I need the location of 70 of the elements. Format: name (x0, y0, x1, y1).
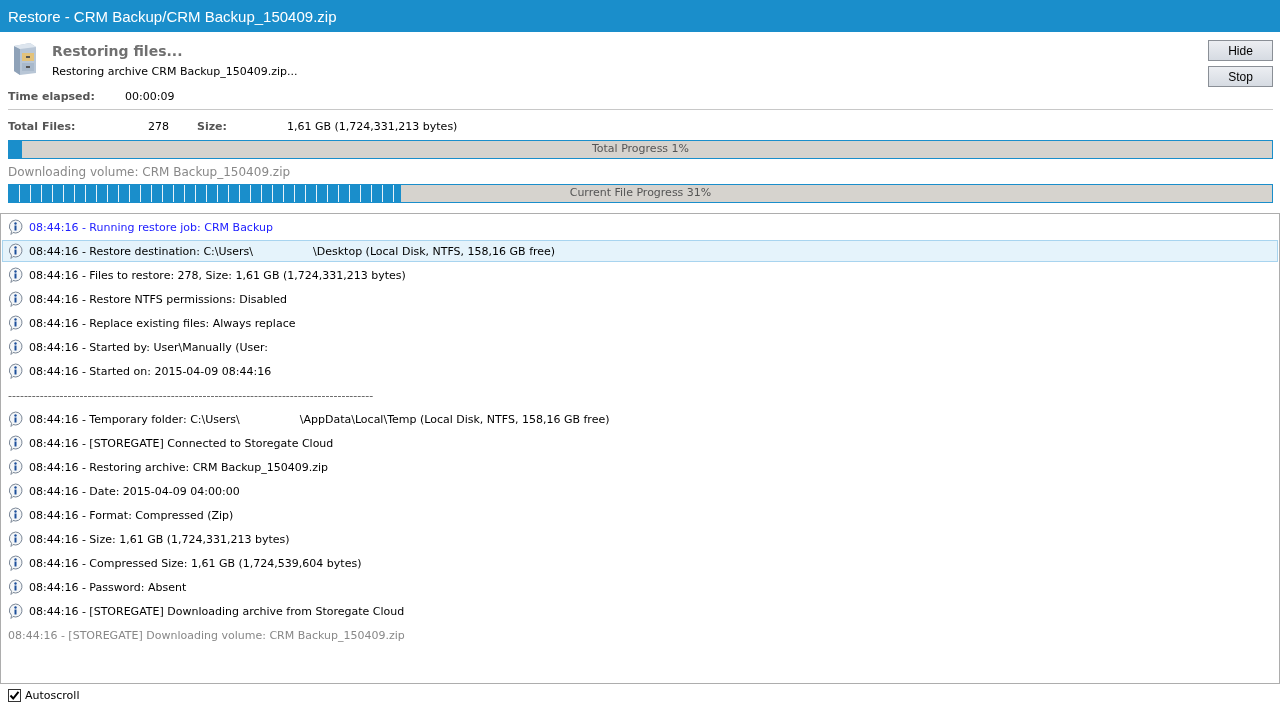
log-entry[interactable]: 08:44:16 - Date: 2015-04-09 04:00:00 (2, 480, 1278, 502)
log-text: 08:44:16 - Started by: User\Manually (User: (29, 340, 269, 354)
progress-label: Total Progress 1% (591, 142, 690, 155)
autoscroll-checkbox[interactable] (8, 688, 21, 702)
log-entry[interactable]: 08:44:16 - Restore NTFS permissions: Disabled (2, 288, 1278, 310)
log-entry[interactable]: 08:44:16 - Temporary folder: C:\Users\ \AppData\Local\Temp (Local Disk, NTFS, 158,16 GB free) (2, 408, 1278, 430)
log-entry[interactable]: 08:44:16 - Running restore job: CRM Backup (2, 216, 1278, 238)
log-entry[interactable]: 08:44:16 - Compressed Size: 1,61 GB (1,724,539,604 bytes) (2, 552, 1278, 574)
total-files-label: Total Files: (8, 119, 77, 133)
info-icon (8, 243, 23, 259)
info-icon (8, 267, 23, 283)
log-entry[interactable]: 08:44:16 - Restoring archive: CRM Backup_150409.zip (2, 456, 1278, 478)
total-files-value: 278 (148, 119, 170, 133)
log-text: -------------------------------------------------------------------------------------------- (8, 388, 374, 402)
log-text: 08:44:16 - [STOREGATE] Downloading volume: CRM Backup_150409.zip (8, 628, 405, 642)
log-text: 08:44:16 - Size: 1,61 GB (1,724,331,213 bytes) (29, 532, 290, 546)
log-text: 08:44:16 - [STOREGATE] Downloading archive from Storegate Cloud (29, 604, 405, 618)
info-icon (8, 507, 23, 523)
log-entry[interactable]: 08:44:16 - [STOREGATE] Downloading archive from Storegate Cloud (2, 600, 1278, 622)
info-icon (8, 363, 23, 379)
log-entry[interactable]: 08:44:16 - [STOREGATE] Connected to Storegate Cloud (2, 432, 1278, 454)
dialog-button[interactable]: Hide (1208, 40, 1273, 61)
status-title: Restoring files... (52, 43, 184, 59)
time-elapsed-label: Time elapsed: (8, 89, 96, 103)
log-entry[interactable]: 08:44:16 - Password: Absent (2, 576, 1278, 598)
log-entry[interactable]: 08:44:16 - Files to restore: 278, Size: 1,61 GB (1,724,331,213 bytes) (2, 264, 1278, 286)
current-volume-text: Downloading volume: CRM Backup_150409.zip (8, 165, 292, 179)
log-text: \AppData\Local\Temp (Local Disk, NTFS, 158,16 GB free) (298, 412, 610, 426)
info-icon (8, 555, 23, 571)
log-entry[interactable]: 08:44:16 - Format: Compressed (Zip) (2, 504, 1278, 526)
info-icon (8, 579, 23, 595)
log-text: 08:44:16 - Password: Absent (29, 580, 187, 594)
info-icon (8, 435, 23, 451)
info-icon (8, 291, 23, 307)
log-text: 08:44:16 - Replace existing files: Always replace (29, 316, 296, 330)
log-entry[interactable]: 08:44:16 - Replace existing files: Always replace (2, 312, 1278, 334)
log-text: \Desktop (Local Disk, NTFS, 158,16 GB free) (312, 244, 556, 258)
log-text: 08:44:16 - Date: 2015-04-09 04:00:00 (29, 484, 240, 498)
time-elapsed-value: 00:00:09 (125, 89, 175, 103)
log-text: 08:44:16 - Running restore job: CRM Backup (29, 220, 273, 234)
log-text: 08:44:16 - Restore NTFS permissions: Disabled (29, 292, 287, 306)
info-icon (8, 603, 23, 619)
log-text: 08:44:16 - Files to restore: 278, Size: 1,61 GB (1,724,331,213 bytes) (29, 268, 406, 282)
size-label: Size: (197, 119, 228, 133)
log-text: 08:44:16 - Format: Compressed (Zip) (29, 508, 234, 522)
info-icon (8, 315, 23, 331)
info-icon (8, 219, 23, 235)
log-text: 08:44:16 - [STOREGATE] Connected to Storegate Cloud (29, 436, 334, 450)
autoscroll-label: Autoscroll (25, 688, 80, 702)
log-entry[interactable]: 08:44:16 - [STOREGATE] Downloading volume: CRM Backup_150409.zip (2, 624, 1278, 646)
info-icon (8, 483, 23, 499)
log-text: 08:44:16 - Restoring archive: CRM Backup_150409.zip (29, 460, 329, 474)
log-text: 08:44:16 - Started on: 2015-04-09 08:44:16 (29, 364, 272, 378)
info-icon (8, 339, 23, 355)
info-icon (8, 531, 23, 547)
log-text: 08:44:16 - Compressed Size: 1,61 GB (1,724,539,604 bytes) (29, 556, 362, 570)
status-subtitle: Restoring archive CRM Backup_150409.zip... (52, 65, 299, 78)
info-icon (8, 459, 23, 475)
log-entry[interactable]: 08:44:16 - Started by: User\Manually (User: (2, 336, 1278, 358)
log-text: 08:44:16 - Restore destination: C:\Users\ (29, 244, 254, 258)
dialog-button[interactable]: Stop (1208, 66, 1273, 87)
log-entry[interactable]: 08:44:16 - Restore destination: C:\Users\ \Desktop (Local Disk, NTFS, 158,16 GB free) (2, 240, 1278, 262)
log-entry[interactable]: -------------------------------------------------------------------------------------------- (2, 384, 1278, 406)
info-icon (8, 411, 23, 427)
progress-label: Current File Progress 31% (569, 186, 712, 199)
size-value: 1,61 GB (1,724,331,213 bytes) (287, 119, 458, 133)
window-title: Restore - CRM Backup/CRM Backup_150409.zip (8, 7, 337, 25)
log-text: 08:44:16 - Temporary folder: C:\Users\ (29, 412, 240, 426)
log-entry[interactable]: 08:44:16 - Started on: 2015-04-09 08:44:16 (2, 360, 1278, 382)
log-entry[interactable]: 08:44:16 - Size: 1,61 GB (1,724,331,213 bytes) (2, 528, 1278, 550)
